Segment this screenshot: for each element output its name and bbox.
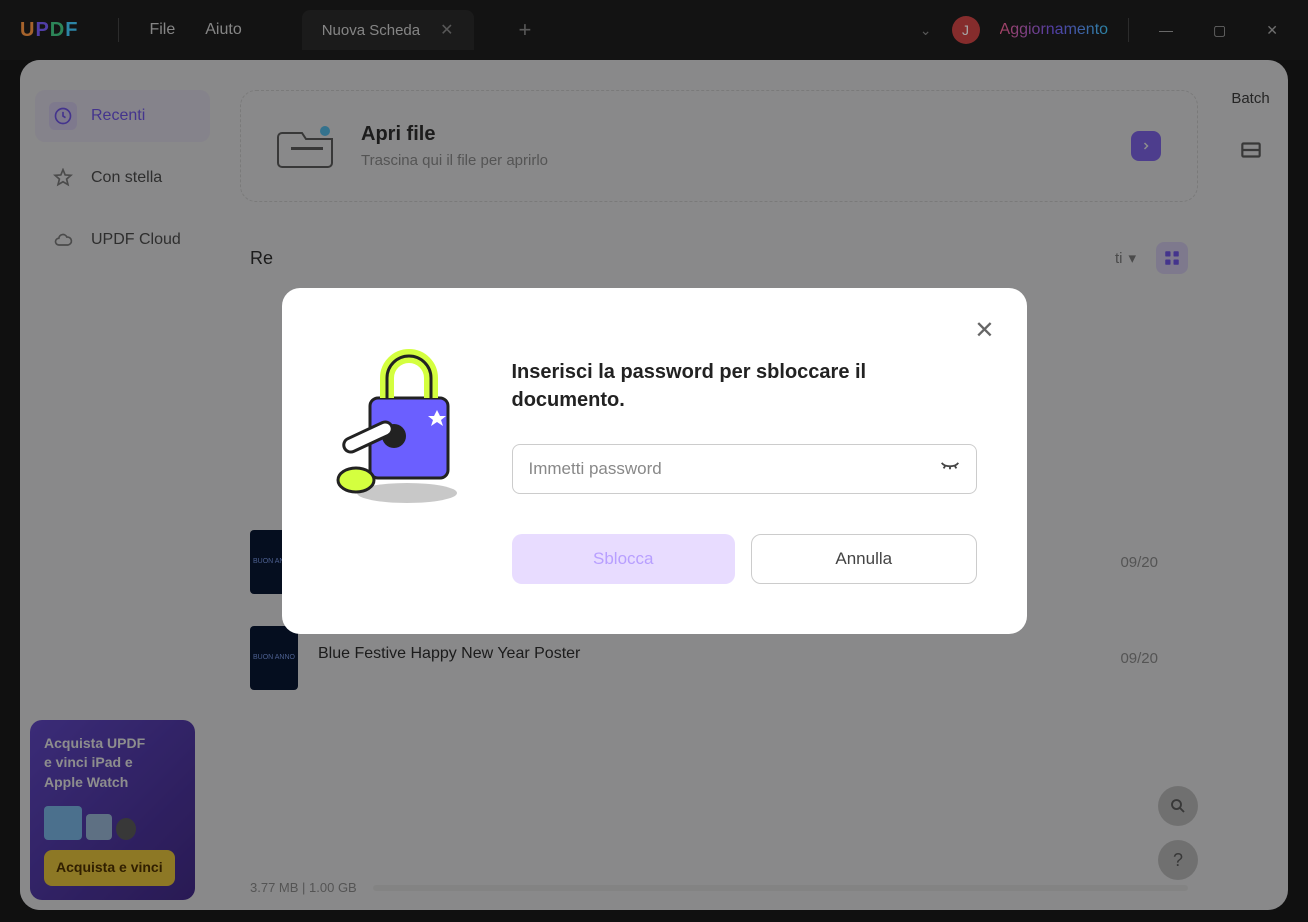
cancel-button[interactable]: Annulla: [751, 534, 977, 584]
toggle-password-visibility-icon[interactable]: [939, 456, 961, 483]
modal-close-button[interactable]: ✕: [974, 316, 994, 345]
modal-overlay: ✕ Inserisci la password per sbloccare il…: [0, 0, 1308, 922]
lock-illustration: [332, 338, 472, 508]
password-input[interactable]: [512, 444, 977, 494]
modal-title: Inserisci la password per sbloccare il d…: [512, 358, 977, 414]
unlock-button[interactable]: Sblocca: [512, 534, 736, 584]
password-modal: ✕ Inserisci la password per sbloccare il…: [282, 288, 1027, 634]
